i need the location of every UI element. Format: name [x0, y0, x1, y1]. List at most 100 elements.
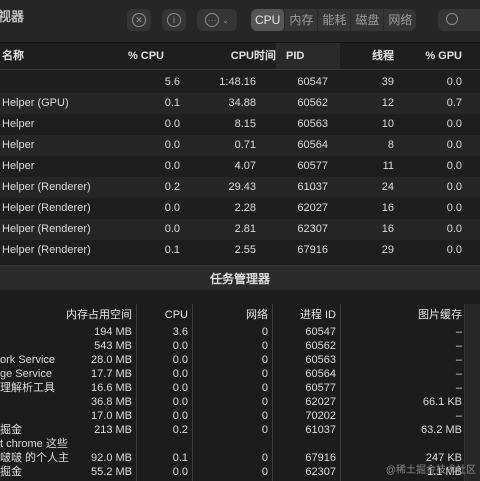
cell-memory: 36.8 MB — [91, 396, 132, 408]
cell-task-name: 理解析工具 — [0, 382, 55, 394]
info-icon: i — [167, 13, 181, 27]
cell-name: Helper (Renderer) — [2, 181, 91, 193]
cell-memory: 543 MB — [94, 340, 132, 352]
cell-task-name: 啵啵 的个人主 — [0, 452, 70, 464]
col-pid-header[interactable]: 进程 ID — [276, 304, 336, 326]
cell-pid: 60562 — [297, 97, 328, 109]
cell-cpu: 0.0 — [164, 223, 180, 235]
table-row[interactable]: 5.6 1:48.16 60547 39 0.0 — [0, 72, 480, 93]
cell-task-name: 掘金 — [0, 424, 22, 436]
col-threads-header[interactable]: 线程 — [340, 43, 394, 69]
tab-disk[interactable]: 磁盘 — [351, 9, 385, 31]
table-row[interactable]: Helper (Renderer) 0.2 29.43 61037 24 0.0 — [0, 177, 480, 198]
cell-pid: 62027 — [297, 202, 328, 214]
cell-cpu: 0.0 — [172, 396, 188, 408]
cell-network: 0 — [261, 452, 268, 464]
cell-cpu: 0.0 — [172, 340, 188, 352]
table-row[interactable]: 掘金 213 MB 0.2 0 61037 63.2 MB — [0, 423, 464, 437]
cell-pid: 62307 — [297, 223, 328, 235]
table-row[interactable]: 17.0 MB 0.0 0 70202 – — [0, 409, 464, 423]
scrollbar[interactable] — [464, 304, 480, 481]
cell-memory: 17.7 MB — [91, 368, 132, 380]
cell-cpu: 0.0 — [172, 368, 188, 380]
cell-threads: 16 — [381, 223, 394, 235]
cell-memory: 55.2 MB — [91, 466, 132, 478]
cell-image-cache: – — [455, 368, 462, 380]
cell-gpu: 0.0 — [446, 160, 462, 172]
cell-cpu: 0.2 — [172, 424, 188, 436]
col-name-header[interactable]: 名称 — [2, 43, 24, 69]
table-row[interactable]: t chrome 这些 — [0, 437, 464, 451]
cell-gpu: 0.0 — [446, 76, 462, 88]
window-title: 任务管理器 — [209, 272, 270, 286]
stop-process-button[interactable]: ✕ — [127, 9, 151, 31]
task-manager-window: 任务管理器 内存占用空间 CPU 网络 进程 ID 图片缓存 194 MB 3.6… — [0, 265, 480, 481]
col-gpu-header[interactable]: % GPU — [400, 43, 462, 69]
inspect-button[interactable]: i — [162, 9, 186, 31]
table-row[interactable]: ge Service 17.7 MB 0.0 0 60564 – — [0, 367, 464, 381]
table-row[interactable]: 理解析工具 16.6 MB 0.0 0 60577 – — [0, 381, 464, 395]
cell-cpu: 0.0 — [164, 202, 180, 214]
table-row[interactable]: 194 MB 3.6 0 60547 – — [0, 325, 464, 339]
col-cpu-header[interactable]: % CPU — [110, 43, 164, 69]
table-row[interactable]: 543 MB 0.0 0 60562 – — [0, 339, 464, 353]
cell-threads: 12 — [381, 97, 394, 109]
cell-threads: 10 — [381, 118, 394, 130]
cell-cputime: 2.28 — [234, 202, 256, 214]
cell-gpu: 0.0 — [446, 244, 462, 256]
col-pid-header[interactable]: PID — [286, 43, 304, 69]
cell-gpu: 0.0 — [446, 118, 462, 130]
cell-network: 0 — [261, 466, 268, 478]
cell-name: Helper — [2, 118, 35, 130]
col-cputime-header[interactable]: CPU时间 — [190, 43, 276, 69]
col-cpu-header[interactable]: CPU — [140, 304, 188, 326]
tab-energy[interactable]: 能耗 — [318, 9, 352, 31]
cell-pid: 60563 — [305, 354, 336, 366]
cell-cpu: 3.6 — [172, 326, 188, 338]
table-row[interactable]: Helper (Renderer) 0.0 2.28 62027 16 0.0 — [0, 198, 480, 219]
cell-task-name: ork Service — [0, 354, 56, 366]
cell-threads: 39 — [381, 76, 394, 88]
cell-pid: 67916 — [305, 452, 336, 464]
table-row[interactable]: Helper (GPU) 0.1 34.88 60562 12 0.7 — [0, 93, 480, 114]
process-table-header: 名称 % CPU CPU时间 PID 线程 % GPU — [0, 43, 480, 70]
tab-network[interactable]: 网络 — [384, 9, 416, 31]
cell-gpu: 0.0 — [446, 181, 462, 193]
cell-cpu: 0.1 — [164, 244, 180, 256]
close-icon: ✕ — [132, 13, 146, 27]
col-memory-header[interactable]: 内存占用空间 — [50, 304, 132, 326]
window-title: 视器 — [0, 9, 25, 24]
table-row[interactable]: Helper 0.0 4.07 60577 11 0.0 — [0, 156, 480, 177]
tab-cpu[interactable]: CPU — [251, 9, 286, 31]
table-row[interactable]: 36.8 MB 0.0 0 62027 66.1 KB — [0, 395, 464, 409]
table-row[interactable]: ork Service 28.0 MB 0.0 0 60563 – — [0, 353, 464, 367]
cell-threads: 24 — [381, 181, 394, 193]
cell-name: Helper (Renderer) — [2, 244, 91, 256]
cell-network: 0 — [261, 396, 268, 408]
cell-task-name: ge Service — [0, 368, 52, 380]
cell-cputime: 0.71 — [234, 139, 256, 151]
cell-pid: 60547 — [305, 326, 336, 338]
col-network-header[interactable]: 网络 — [200, 304, 268, 326]
cell-network: 0 — [261, 424, 268, 436]
watermark: @稀土掘金技术社区 — [385, 465, 476, 476]
cell-memory: 194 MB — [94, 326, 132, 338]
search-field[interactable] — [438, 9, 480, 31]
table-row[interactable]: Helper 0.0 8.15 60563 10 0.0 — [0, 114, 480, 135]
tab-bar: CPU 内存 能耗 磁盘 网络 — [251, 9, 417, 31]
cell-cpu: 0.0 — [164, 160, 180, 172]
cell-network: 0 — [261, 340, 268, 352]
cell-threads: 11 — [382, 160, 394, 172]
tab-memory[interactable]: 内存 — [285, 9, 319, 31]
cell-name: Helper (Renderer) — [2, 223, 91, 235]
table-row[interactable]: Helper 0.0 0.71 60564 8 0.0 — [0, 135, 480, 156]
cell-gpu: 0.7 — [446, 97, 462, 109]
cell-cpu: 0.0 — [172, 410, 188, 422]
cell-image-cache: 63.2 MB — [421, 424, 462, 436]
more-actions-button[interactable]: ··· ⌄ — [197, 9, 237, 31]
cell-cputime: 2.81 — [234, 223, 256, 235]
table-row[interactable]: Helper (Renderer) 0.0 2.81 62307 16 0.0 — [0, 219, 480, 240]
ellipsis-icon: ··· — [205, 13, 220, 27]
table-row[interactable]: Helper (Renderer) 0.1 2.55 67916 29 0.0 — [0, 240, 480, 261]
col-image-cache-header[interactable]: 图片缓存 — [344, 304, 462, 326]
